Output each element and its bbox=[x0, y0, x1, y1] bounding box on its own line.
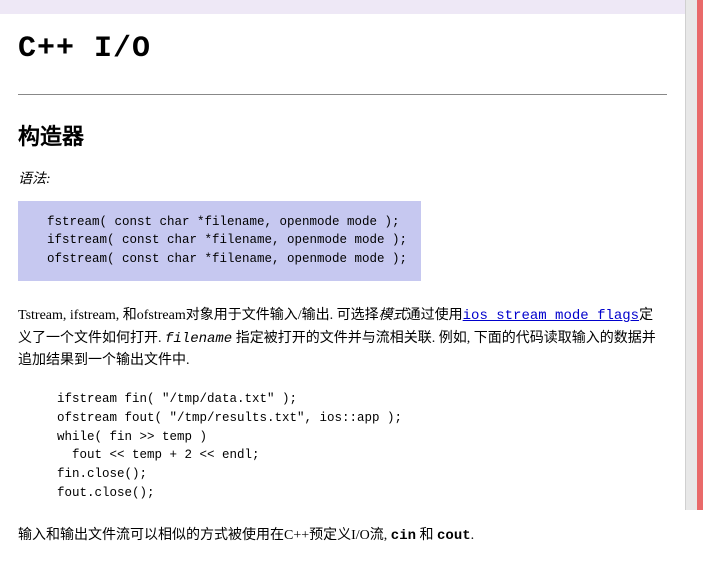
para2-seg1: 输入和输出文件流可以相似的方式被使用在C++预定义I/O流, bbox=[18, 528, 391, 543]
syntax-label: 语法: bbox=[18, 170, 667, 190]
page-title: C++ I/O bbox=[18, 28, 667, 72]
syntax-code: fstream( const char *filename, openmode … bbox=[32, 213, 407, 269]
para1-seg3: 通过使用 bbox=[407, 308, 463, 323]
example-codeblock: ifstream fin( "/tmp/data.txt" ); ofstrea… bbox=[18, 382, 667, 511]
section-heading: 构造器 bbox=[18, 121, 667, 153]
paragraph-1: Tstream, ifstream, 和ofstream对象用于文件输入/输出.… bbox=[18, 305, 667, 372]
para1-filename-italic: filename bbox=[165, 331, 232, 347]
para2-and: 和 bbox=[416, 528, 437, 543]
para2-end: . bbox=[471, 528, 475, 543]
para2-cout: cout bbox=[437, 528, 471, 544]
example-code: ifstream fin( "/tmp/data.txt" ); ofstrea… bbox=[42, 390, 667, 503]
divider bbox=[18, 94, 667, 95]
breadcrumb bbox=[0, 0, 685, 14]
scrollbar-accent bbox=[697, 0, 703, 510]
paragraph-2: 输入和输出文件流可以相似的方式被使用在C++预定义I/O流, cin 和 cou… bbox=[18, 525, 667, 548]
syntax-codeblock: fstream( const char *filename, openmode … bbox=[18, 201, 421, 281]
ios-stream-mode-flags-link[interactable]: ios stream mode flags bbox=[463, 308, 639, 324]
para2-cin: cin bbox=[391, 528, 416, 544]
para1-seg1: Tstream, ifstream, 和ofstream对象用于文件输入/输出.… bbox=[18, 308, 379, 323]
para1-mode-italic: 模式 bbox=[379, 308, 407, 323]
page-content: C++ I/O 构造器 语法: fstream( const char *fil… bbox=[0, 0, 685, 569]
